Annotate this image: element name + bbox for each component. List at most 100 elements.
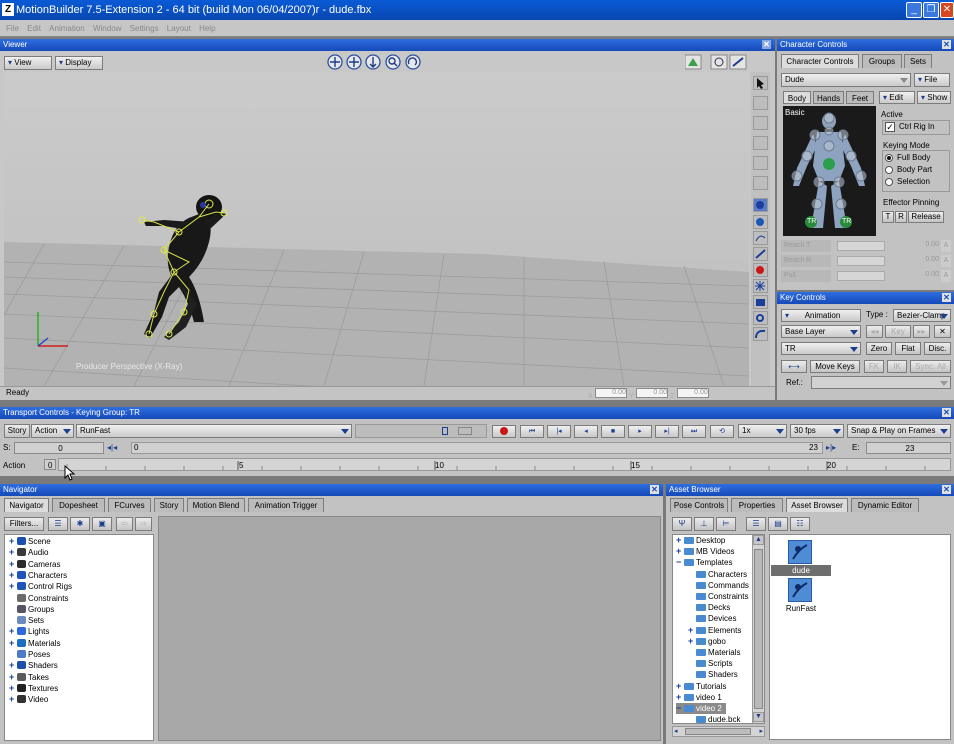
scene-tree-item[interactable]: Constraints bbox=[9, 593, 68, 604]
asset-folder-item[interactable]: Materials bbox=[688, 647, 740, 658]
folder-expand-icon[interactable]: + bbox=[688, 625, 696, 636]
folder-expand-icon[interactable]: + bbox=[676, 692, 684, 703]
tab-dopesheet[interactable]: Dopesheet bbox=[52, 498, 105, 512]
scene-tree-item[interactable]: + Control Rigs bbox=[9, 581, 72, 592]
tab-asset-browser[interactable]: Asset Browser bbox=[786, 498, 848, 512]
character-rig-view[interactable]: Basic TR TR bbox=[783, 106, 876, 236]
asset-folder-item[interactable]: + Desktop bbox=[676, 535, 725, 546]
menu-file[interactable]: File bbox=[6, 20, 19, 37]
pull-a[interactable]: A bbox=[941, 270, 951, 282]
close-window-button[interactable]: ✕ bbox=[940, 2, 954, 18]
dude-file-icon[interactable] bbox=[788, 540, 812, 564]
scene-tree-item[interactable]: + Lights bbox=[9, 626, 49, 637]
viewport-3d[interactable] bbox=[4, 72, 749, 386]
hscroll-thumb[interactable] bbox=[685, 728, 751, 735]
sphere-tool-icon[interactable] bbox=[753, 198, 768, 212]
radio-full-body[interactable] bbox=[885, 154, 893, 162]
folder-expand-icon[interactable]: + bbox=[676, 546, 684, 557]
scene-tree-item[interactable]: Groups bbox=[9, 604, 54, 615]
tool-icon-2[interactable] bbox=[753, 96, 768, 110]
scene-tree-item[interactable]: Poses bbox=[9, 649, 50, 660]
next-key-frame-button[interactable]: ▸| bbox=[655, 425, 679, 438]
asset-folder-item[interactable]: + gobo bbox=[688, 636, 726, 647]
tab-body[interactable]: Body bbox=[783, 91, 811, 104]
asset-folder-item[interactable]: + video 1 bbox=[676, 692, 722, 703]
tab-story[interactable]: Story bbox=[154, 498, 184, 512]
tab-character-controls[interactable]: Character Controls bbox=[781, 54, 859, 68]
dude-file-label[interactable]: dude bbox=[771, 565, 831, 576]
ik-button[interactable]: IK bbox=[887, 360, 907, 373]
tool-icon-3[interactable] bbox=[753, 116, 768, 130]
filters-button[interactable]: Filters... bbox=[4, 517, 44, 531]
asset-list-icon[interactable]: ☰ bbox=[746, 517, 766, 531]
menu-animation[interactable]: Animation bbox=[49, 20, 85, 37]
light-tool-icon[interactable] bbox=[753, 279, 768, 293]
release-button[interactable]: Release bbox=[908, 211, 944, 223]
viewer-mode-icons[interactable] bbox=[684, 54, 747, 70]
next-key-button[interactable]: ▸▸ bbox=[913, 325, 930, 338]
coord-x[interactable]: 0.00 bbox=[594, 388, 627, 398]
scene-tree-item[interactable]: + Video bbox=[9, 694, 48, 705]
start-step-icons[interactable]: ◂|◂ bbox=[107, 443, 129, 453]
restore-button[interactable]: ❐ bbox=[923, 2, 939, 18]
action-dropdown[interactable]: Action bbox=[31, 424, 74, 438]
reach-t-a[interactable]: A bbox=[941, 240, 951, 252]
coord-y[interactable]: 0.00 bbox=[636, 388, 669, 398]
asset-up-icon[interactable]: ⊥ bbox=[694, 517, 714, 531]
asset-folder-item[interactable]: Decks bbox=[688, 602, 730, 613]
tool-icon-6[interactable] bbox=[753, 176, 768, 190]
reach-r-a[interactable]: A bbox=[941, 255, 951, 267]
runfast-file-label[interactable]: RunFast bbox=[771, 603, 831, 614]
pin-icon[interactable]: ✱ bbox=[70, 517, 90, 531]
pull-slider[interactable] bbox=[837, 271, 885, 281]
folder-expand-icon[interactable]: + bbox=[676, 681, 684, 692]
scene-tree-item[interactable]: + Characters bbox=[9, 570, 67, 581]
prev-key-frame-button[interactable]: |◂ bbox=[547, 425, 571, 438]
expand-icon[interactable]: + bbox=[9, 672, 17, 683]
loop-range-icon[interactable] bbox=[458, 427, 472, 435]
asset-tree-hscroll[interactable]: ◂ ▸ bbox=[672, 726, 765, 737]
scene-tree-item[interactable]: + Scene bbox=[9, 536, 51, 547]
back-icon[interactable]: ⇦ bbox=[116, 517, 133, 531]
asset-folder-item[interactable]: − video 2 bbox=[676, 703, 726, 714]
expand-icon[interactable]: + bbox=[9, 626, 17, 637]
reach-r-value[interactable]: 0.00 bbox=[887, 256, 939, 266]
expand-icon[interactable]: + bbox=[9, 694, 17, 705]
expand-icon[interactable]: + bbox=[9, 683, 17, 694]
asset-browser-close-icon[interactable]: ✕ bbox=[942, 485, 951, 494]
menu-help[interactable]: Help bbox=[199, 20, 215, 37]
action-timeline[interactable] bbox=[58, 458, 951, 471]
gear-tool-icon[interactable] bbox=[753, 311, 768, 325]
tab-feet[interactable]: Feet bbox=[846, 91, 874, 104]
fps-dropdown[interactable]: 30 fps bbox=[790, 424, 844, 438]
asset-tree-icon[interactable]: Ψ bbox=[672, 517, 692, 531]
layer-dropdown[interactable]: Base Layer bbox=[781, 325, 861, 338]
viewer-close-icon[interactable]: ✕ bbox=[762, 40, 771, 49]
camera-tool-icon[interactable] bbox=[753, 295, 768, 309]
step-back-button[interactable]: ◂ bbox=[574, 425, 598, 438]
asset-tree-scrollbar[interactable]: ▲ ▼ bbox=[752, 535, 764, 723]
expand-icon[interactable]: + bbox=[9, 536, 17, 547]
folder-expand-icon[interactable]: + bbox=[676, 535, 684, 546]
cube-tool-icon[interactable] bbox=[753, 215, 768, 229]
asset-folder-item[interactable]: Scripts bbox=[688, 658, 732, 669]
menu-window[interactable]: Window bbox=[93, 20, 121, 37]
radio-body-part[interactable] bbox=[885, 166, 893, 174]
end-field[interactable]: 23 bbox=[866, 442, 951, 454]
menu-layout[interactable]: Layout bbox=[167, 20, 191, 37]
asset-folder-item[interactable]: Commands bbox=[688, 580, 749, 591]
animation-dropdown[interactable]: ▾ Animation bbox=[781, 309, 861, 322]
folder-expand-icon[interactable]: − bbox=[676, 703, 684, 714]
character-controls-close-icon[interactable]: ✕ bbox=[942, 40, 951, 49]
tab-pose-controls[interactable]: Pose Controls bbox=[670, 498, 728, 512]
scene-tree-item[interactable]: + Takes bbox=[9, 672, 49, 683]
asset-flag-icon[interactable]: ⊨ bbox=[716, 517, 736, 531]
expand-icon[interactable]: + bbox=[9, 660, 17, 671]
asset-folder-item[interactable]: + Tutorials bbox=[676, 681, 726, 692]
asset-folder-item[interactable]: dude.bck bbox=[688, 714, 740, 723]
expand-icon[interactable]: + bbox=[9, 547, 17, 558]
list-view-icon[interactable]: ☰ bbox=[48, 517, 68, 531]
flat-button[interactable]: Flat bbox=[895, 342, 921, 355]
hscroll-right-icon[interactable]: ▸ bbox=[759, 727, 763, 735]
tool-icon-4[interactable] bbox=[753, 136, 768, 150]
